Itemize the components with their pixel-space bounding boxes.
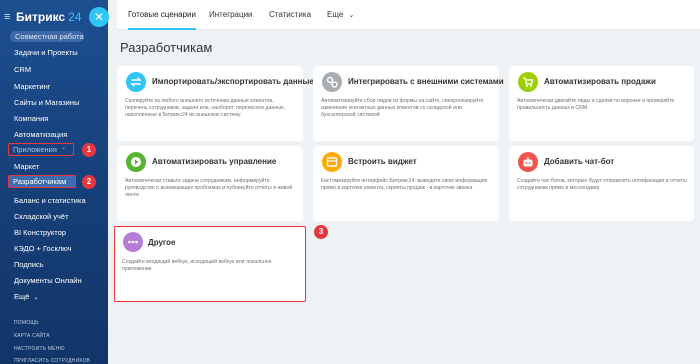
footer-configure-menu[interactable]: НАСТРОИТЬ МЕНЮ: [14, 346, 65, 352]
sidebar-group-label[interactable]: Совместная работа: [10, 31, 84, 42]
chevron-down-icon: ⌄: [33, 295, 39, 301]
sidebar-item-signature[interactable]: Подпись: [14, 260, 44, 269]
close-icon: ✕: [93, 10, 105, 24]
logo-text[interactable]: Битрикс: [16, 10, 65, 24]
chatbot-icon: [518, 152, 538, 172]
step-badge-2: 2: [82, 175, 96, 189]
step-badge-1: 1: [82, 143, 96, 157]
sidebar-item-bi[interactable]: BI Конструктор: [14, 228, 66, 237]
logo-number: 24: [68, 10, 82, 24]
scenario-card-sales[interactable]: Автоматизировать продажи Автоматически д…: [509, 66, 694, 141]
scenario-card-chatbot[interactable]: Добавить чат-бот Создайте чат-ботов, кот…: [509, 146, 694, 221]
integration-icon: [322, 72, 342, 92]
sidebar-item-more[interactable]: Ещё ⌄: [14, 292, 38, 301]
sidebar-item-market[interactable]: Маркет: [14, 162, 39, 171]
page-title: Разработчикам: [120, 40, 213, 55]
card-description: Автоматизируйте сбор лидов из формы на с…: [321, 98, 484, 118]
tab-label: Еще: [327, 10, 344, 19]
card-description: Автоматически двигайте лиды и сделки по …: [517, 98, 675, 111]
widget-icon: [322, 152, 342, 172]
sales-cart-icon: [518, 72, 538, 92]
card-title: Интегрировать с внешними системами: [348, 77, 504, 86]
card-description: Создайте входящий вебхук, исходящий вебх…: [122, 259, 272, 272]
tab-ready-scenarios[interactable]: Готовые сценарии: [128, 0, 196, 30]
card-title: Встроить виджет: [348, 157, 417, 166]
sidebar-item-balance[interactable]: Баланс и статистика: [14, 196, 86, 205]
card-title: Автоматизировать продажи: [544, 77, 656, 86]
sidebar-item-applications[interactable]: Приложения ⌃: [8, 143, 74, 156]
top-tabs-bar: Готовые сценарии Интеграции Статистика Е…: [117, 0, 700, 30]
card-description: Кастомизируйте интерфейс Битрикс24: выво…: [321, 178, 488, 191]
sidebar-item-developers[interactable]: Разработчикам: [8, 175, 76, 188]
chevron-down-icon: ⌄: [348, 12, 355, 19]
close-sidebar-button[interactable]: ✕: [89, 7, 109, 27]
footer-sitemap[interactable]: КАРТА САЙТА: [14, 333, 50, 339]
scenario-card-import-export[interactable]: Импортировать/экспортировать данные Скоп…: [117, 66, 314, 141]
step-badge-3: 3: [314, 225, 328, 239]
import-export-icon: [126, 72, 146, 92]
sidebar-item-label: Ещё: [14, 292, 30, 301]
sidebar-item-sites[interactable]: Сайты и Магазины: [14, 98, 79, 107]
menu-icon[interactable]: ≡: [4, 11, 14, 23]
card-title: Добавить чат-бот: [544, 157, 615, 166]
card-title: Автоматизировать управление: [152, 157, 277, 166]
sidebar-item-automation[interactable]: Автоматизация: [14, 130, 67, 139]
card-title: Другое: [148, 238, 176, 247]
tab-statistics[interactable]: Статистика: [269, 0, 311, 30]
sidebar-item-tasks[interactable]: Задачи и Проекты: [14, 48, 78, 57]
sidebar-item-warehouse[interactable]: Складской учёт: [14, 212, 69, 221]
footer-help[interactable]: ПОМОЩЬ: [14, 320, 39, 326]
sidebar-item-kedo[interactable]: КЭДО + Госключ: [14, 244, 72, 253]
sidebar-item-marketing[interactable]: Маркетинг: [14, 82, 50, 91]
scenario-card-widget[interactable]: Встроить виджет Кастомизируйте интерфейс…: [313, 146, 499, 221]
scenario-card-integration[interactable]: Интегрировать с внешними системами Автом…: [313, 66, 504, 141]
card-description: Создайте чат-ботов, которые будут отправ…: [517, 178, 687, 191]
sidebar-item-crm[interactable]: CRM: [14, 65, 31, 74]
play-icon: [126, 152, 146, 172]
sidebar-item-company[interactable]: Компания: [14, 114, 48, 123]
tab-integrations[interactable]: Интеграции: [209, 0, 253, 30]
card-description: Скопируйте из любого внешнего источника …: [125, 98, 286, 118]
sidebar-item-documents[interactable]: Документы Онлайн: [14, 276, 82, 285]
footer-invite[interactable]: ПРИГЛАСИТЬ СОТРУДНИКОВ: [14, 358, 90, 364]
card-title: Импортировать/экспортировать данные: [152, 77, 314, 86]
sidebar-item-label: Приложения: [13, 145, 57, 154]
more-dots-icon: [123, 232, 143, 252]
chevron-up-icon: ⌃: [60, 148, 67, 154]
scenario-card-management[interactable]: Автоматизировать управление Автоматическ…: [117, 146, 303, 221]
scenario-card-other[interactable]: Другое Создайте входящий вебхук, исходящ…: [114, 226, 306, 302]
tab-more[interactable]: Еще ⌄: [327, 0, 354, 30]
card-description: Автоматически ставьте задачи сотрудникам…: [125, 178, 293, 198]
